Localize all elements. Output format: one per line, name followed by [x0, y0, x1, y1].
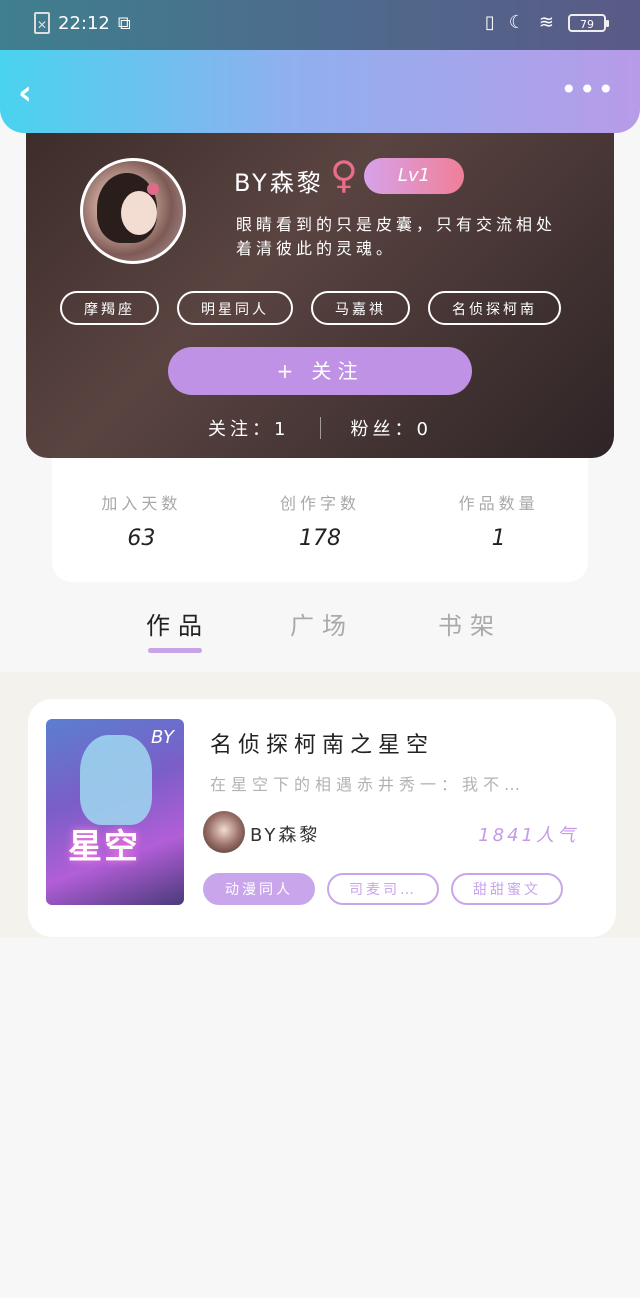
- stat-label: 创作字数: [280, 494, 361, 513]
- avatar-flower: [147, 183, 159, 195]
- cover-figure: [80, 735, 152, 825]
- stat-value: 1: [491, 526, 506, 551]
- work-tag[interactable]: 司麦司…: [327, 873, 439, 905]
- stat-value: 178: [299, 526, 341, 551]
- more-dots-icon: •••: [560, 73, 616, 106]
- profile-tag[interactable]: 明星同人: [177, 291, 293, 325]
- work-title[interactable]: 名侦探柯南之星空: [210, 727, 434, 759]
- stat-works-count: 作品数量 1: [409, 450, 588, 582]
- sim-icon: ✕: [34, 12, 50, 34]
- followers-count[interactable]: 粉丝：0: [351, 415, 432, 441]
- profile-tag[interactable]: 摩羯座: [60, 291, 159, 325]
- level-badge: Lv1: [364, 158, 464, 194]
- status-bar: ✕ 22:12 ⧉ ▯ ☾ ≋ 79: [0, 0, 640, 50]
- profile-tag[interactable]: 名侦探柯南: [428, 291, 561, 325]
- tab-bar: 作品 广场 书架: [0, 598, 640, 672]
- stat-join-days: 加入天数 63: [52, 450, 231, 582]
- follow-counts: 关注：1 粉丝：0: [26, 415, 614, 441]
- status-right: ▯ ☾ ≋ 79: [484, 12, 609, 33]
- cover-title: 星空: [68, 827, 140, 867]
- profile-tag[interactable]: 马嘉祺: [311, 291, 410, 325]
- clock: 22:12: [58, 12, 110, 34]
- tab-indicator: [148, 648, 202, 653]
- status-left: ✕ 22:12 ⧉: [34, 12, 131, 34]
- username: BY森黎: [234, 169, 324, 197]
- wifi-icon: ≋: [538, 12, 554, 33]
- stat-value: 63: [127, 526, 156, 551]
- tab-square[interactable]: 广场: [290, 606, 354, 641]
- follow-button[interactable]: + 关注: [168, 347, 472, 395]
- author-avatar[interactable]: [203, 811, 245, 853]
- more-button[interactable]: •••: [560, 76, 616, 104]
- avatar-face: [121, 191, 157, 235]
- stat-label: 作品数量: [458, 494, 539, 513]
- stat-word-count: 创作字数 178: [231, 450, 410, 582]
- work-cover[interactable]: BY 星空: [46, 719, 184, 905]
- popularity: 1841人气: [478, 825, 578, 846]
- following-count[interactable]: 关注：1: [208, 415, 289, 441]
- work-tags: 动漫同人 司麦司… 甜甜蜜文: [203, 873, 563, 905]
- work-tag[interactable]: 甜甜蜜文: [451, 873, 563, 905]
- work-tag[interactable]: 动漫同人: [203, 873, 315, 905]
- divider: [319, 417, 321, 439]
- tab-works[interactable]: 作品: [146, 606, 210, 641]
- chevron-left-icon: ‹: [18, 73, 33, 113]
- notification-icon: ⧉: [117, 12, 131, 34]
- back-button[interactable]: ‹: [18, 76, 48, 110]
- female-icon: ♀: [330, 153, 358, 197]
- tab-bookshelf[interactable]: 书架: [438, 606, 502, 641]
- profile-card: BY森黎 ♀ Lv1 眼睛看到的只是皮囊，只有交流相处 着清彼此的灵魂。 摩羯座…: [26, 125, 614, 458]
- bio-text: 眼睛看到的只是皮囊，只有交流相处 着清彼此的灵魂。: [236, 215, 557, 258]
- work-description: 在星空下的相遇赤井秀一：我不…: [210, 775, 526, 794]
- stat-label: 加入天数: [101, 494, 182, 513]
- vibrate-icon: ▯: [484, 12, 495, 33]
- cover-by: BY: [150, 727, 174, 748]
- author-name[interactable]: BY森黎: [250, 821, 320, 847]
- work-card[interactable]: BY 星空 名侦探柯南之星空 在星空下的相遇赤井秀一：我不… BY森黎 1841…: [28, 699, 616, 937]
- avatar[interactable]: [80, 158, 186, 264]
- works-list: BY 星空 名侦探柯南之星空 在星空下的相遇赤井秀一：我不… BY森黎 1841…: [0, 672, 640, 938]
- stats-card: 加入天数 63 创作字数 178 作品数量 1: [52, 450, 588, 582]
- profile-tags: 摩羯座 明星同人 马嘉祺 名侦探柯南: [60, 291, 561, 325]
- moon-icon: ☾: [508, 12, 525, 33]
- top-header: ‹ •••: [0, 50, 640, 133]
- battery-icon: 79: [568, 13, 609, 32]
